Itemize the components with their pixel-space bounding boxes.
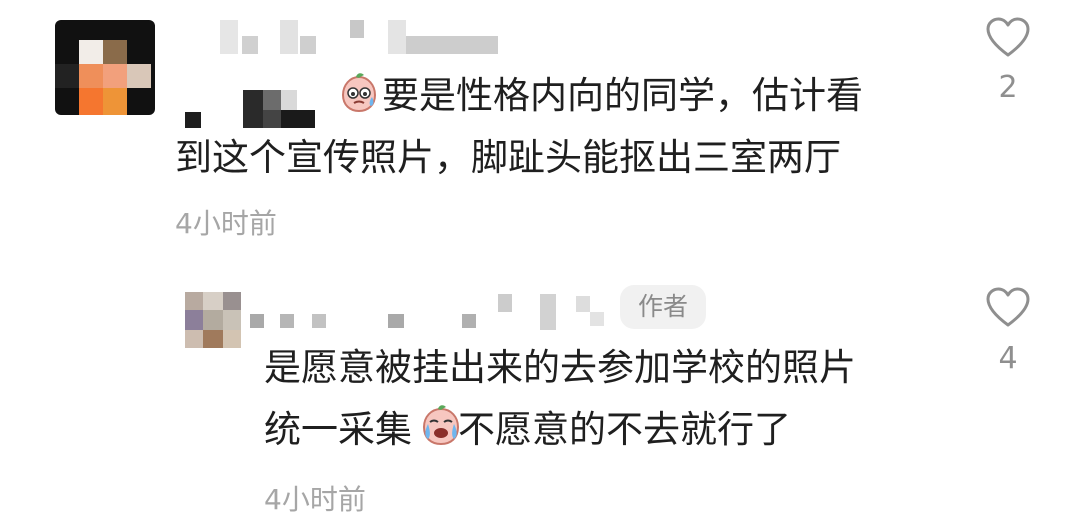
- username-redacted[interactable]: [220, 20, 510, 60]
- author-badge: 作者: [620, 285, 706, 329]
- comment-time: 4小时前: [175, 207, 277, 240]
- comment-time: 4小时前: [264, 483, 366, 516]
- comment-text-segment: 统一采集: [264, 408, 412, 451]
- comment-text-line: 统一采集 不愿意的不去就行了: [264, 402, 791, 457]
- like-count: 2: [998, 70, 1018, 105]
- like-heart-icon[interactable]: [985, 286, 1031, 328]
- like-count: 4: [998, 341, 1018, 376]
- username-redacted[interactable]: [250, 292, 610, 332]
- comment-text-line: 要是性格内向的同学，估计看: [382, 74, 863, 117]
- comment-text-segment: 不愿意的不去就行了: [458, 408, 791, 451]
- like-heart-icon[interactable]: [985, 16, 1031, 58]
- crying-face-icon: [422, 405, 460, 446]
- comment-text-line: 到这个宣传照片，脚趾头能抠出三室两厅: [175, 136, 841, 179]
- avatar[interactable]: [185, 292, 241, 348]
- avatar[interactable]: [55, 20, 155, 115]
- username-redacted-2: [185, 90, 315, 130]
- sweat-smile-face-icon: [341, 73, 377, 113]
- comment-text-line: 是愿意被挂出来的去参加学校的照片: [264, 346, 856, 389]
